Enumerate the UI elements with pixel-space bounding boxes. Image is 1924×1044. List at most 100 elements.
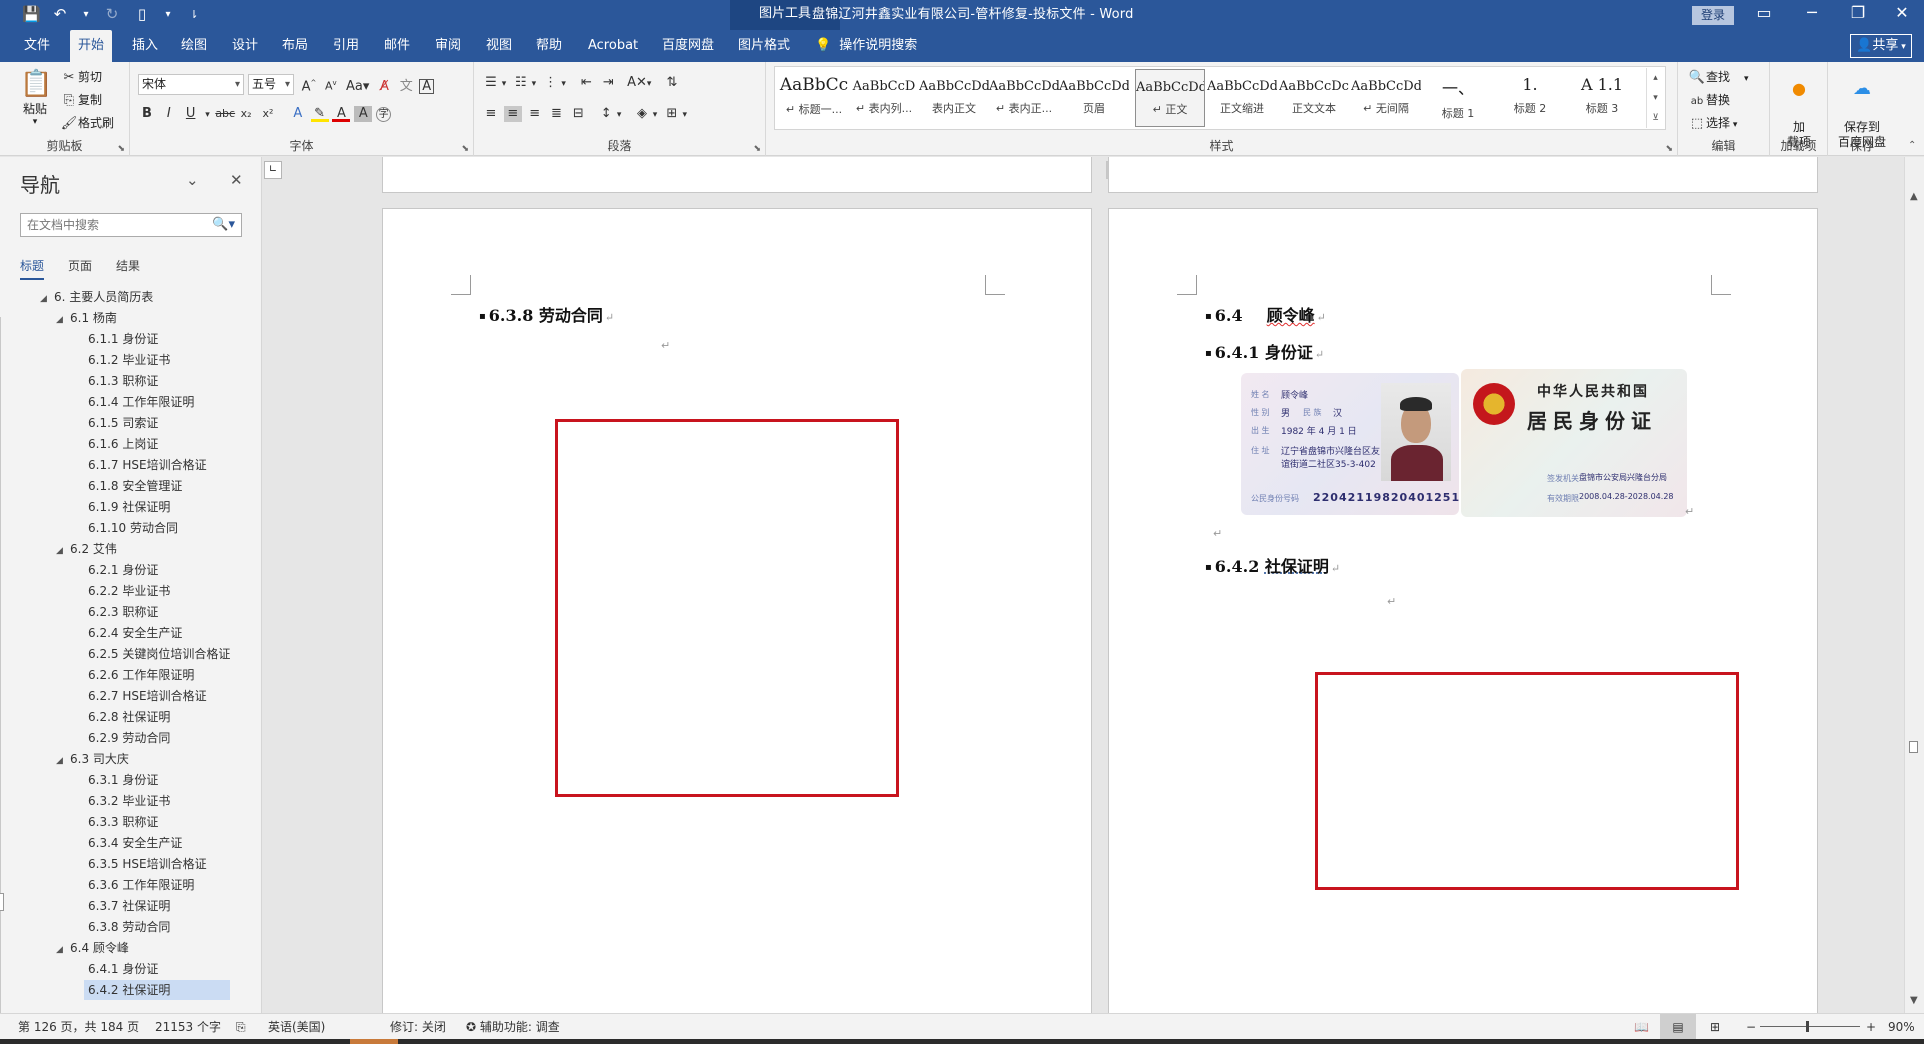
tab-home[interactable]: 开始 [70, 30, 113, 62]
nav-heading-item[interactable]: 6.3.2 毕业证书 [88, 791, 170, 811]
styles-gallery-scroll[interactable]: ▴ ▾ ⊻ [1646, 68, 1664, 128]
id-card-front-image[interactable]: 姓 名 顾令峰 性 别 男 民 族 汉 出 生 1982 年 4 月 1 日 住… [1241, 373, 1459, 515]
tab-file[interactable]: 文件 [16, 30, 58, 62]
style-item[interactable]: 1. 标题 2 [1495, 69, 1565, 127]
grow-font-icon[interactable]: A^ [300, 79, 318, 95]
style-item[interactable]: AaBbCcDdEe 页眉 [1059, 69, 1129, 127]
page-count[interactable]: 第 126 页，共 184 页 [18, 1014, 139, 1040]
nav-heading-item[interactable]: 6.1.7 HSE培训合格证 [88, 455, 207, 475]
sort-icon[interactable]: ⇅ [663, 75, 681, 91]
shrink-font-icon[interactable]: Av [322, 79, 340, 95]
redacted-image-box[interactable] [1315, 672, 1739, 890]
nav-heading-item[interactable]: 6.1.2 毕业证书 [88, 350, 170, 370]
nav-heading-item[interactable]: ◢ 6.4 顾令峰 [56, 938, 129, 958]
replace-button[interactable]: ab 替换 [1688, 91, 1730, 112]
minimize-icon[interactable]: ─ [1790, 3, 1834, 22]
select-button[interactable]: ⬚ 选择 ▾ [1688, 114, 1738, 132]
justify-icon[interactable]: ≣ [547, 106, 565, 122]
file-icon[interactable]: ▯ [134, 5, 150, 23]
tab-draw[interactable]: 绘图 [173, 30, 215, 62]
scroll-up-icon[interactable]: ▲ [1910, 191, 1918, 202]
strikethrough-icon[interactable]: abc [215, 107, 235, 123]
chevron-down-icon[interactable]: ▾ [681, 110, 689, 126]
nav-heading-item[interactable]: 6.1.4 工作年限证明 [88, 392, 194, 412]
nav-heading-item[interactable]: 6.2.7 HSE培训合格证 [88, 686, 207, 706]
highlight-icon[interactable]: ✎ [310, 106, 329, 122]
tab-review[interactable]: 审阅 [427, 30, 469, 62]
page-left[interactable]: ▪ 6.3.8 劳动合同 ↵ ↵ [382, 208, 1092, 1018]
tab-design[interactable]: 设计 [224, 30, 266, 62]
chevron-down-icon[interactable]: ▾ [645, 79, 653, 95]
find-button[interactable]: 🔍查找 ▾ [1688, 68, 1749, 86]
chevron-down-icon[interactable]: ▾ [500, 79, 508, 95]
nav-heading-item[interactable]: ◢ 6.2 艾伟 [56, 539, 117, 559]
text-effects-icon[interactable]: A [289, 106, 307, 122]
nav-heading-item[interactable]: ◢ 6.3 司大庆 [56, 749, 129, 769]
paste-button[interactable]: 📋 粘贴 ▾ [20, 68, 52, 127]
chevron-down-icon[interactable]: ▾ [530, 79, 538, 95]
style-item[interactable]: AaBbCcDd 正文缩进 [1207, 69, 1277, 127]
nav-heading-item[interactable]: ◢ 6. 主要人员简历表 [40, 287, 153, 307]
collapse-triangle-icon[interactable]: ◢ [40, 289, 54, 309]
tab-mailings[interactable]: 邮件 [376, 30, 418, 62]
tab-acrobat[interactable]: Acrobat [580, 30, 646, 62]
chevron-down-icon[interactable]: ▾ [203, 110, 211, 126]
language[interactable]: 英语(美国) [268, 1014, 325, 1040]
proofing-icon[interactable]: ⎘ [236, 1014, 246, 1040]
align-right-icon[interactable]: ≡ [526, 106, 544, 122]
id-card-back-image[interactable]: 中华人民共和国 居民身份证 签发机关 盘锦市公安局兴隆台分局 有效期限 2008… [1461, 369, 1687, 517]
nav-tab-results[interactable]: 结果 [116, 257, 140, 280]
zoom-slider-thumb[interactable] [1806, 1021, 1809, 1032]
accessibility-status[interactable]: ✪ 辅助功能: 调查 [466, 1014, 560, 1040]
style-item[interactable]: 一、 标题 1 [1423, 69, 1493, 127]
nav-heading-item[interactable]: 6.3.8 劳动合同 [88, 917, 170, 937]
vertical-scrollbar[interactable]: ▲ ▼ [1904, 157, 1924, 1013]
character-shading-icon[interactable]: A [354, 106, 373, 122]
collapse-triangle-icon[interactable]: ◢ [56, 541, 70, 561]
style-item[interactable]: AaBbCcDc 正文文本 [1279, 69, 1349, 127]
zoom-out-button[interactable]: − [1746, 1014, 1756, 1040]
web-layout-icon[interactable]: ⊞ [1710, 1014, 1720, 1040]
track-changes-status[interactable]: 修订: 关闭 [390, 1014, 446, 1040]
dropdown-icon[interactable]: ▾ [164, 9, 172, 20]
format-painter-button[interactable]: 🖌格式刷 [60, 114, 114, 132]
tab-view[interactable]: 视图 [478, 30, 520, 62]
chevron-down-icon[interactable]: ▾ [560, 79, 568, 95]
style-item[interactable]: A 1.1 标题 3 [1567, 69, 1637, 127]
bullets-icon[interactable]: ☰ [482, 75, 500, 91]
heading-6-3-8[interactable]: ▪ 6.3.8 劳动合同 ↵ [479, 302, 614, 326]
chevron-down-icon[interactable]: ▾ [651, 110, 659, 126]
tab-help[interactable]: 帮助 [528, 30, 570, 62]
scroll-thumb[interactable] [1909, 741, 1918, 753]
page-right[interactable]: ▪ 6.4 顾令峰 ↵ ▪ 6.4.1 身份证 ↵ 姓 名 顾令峰 性 别 男 民 族 汉… [1108, 208, 1818, 1018]
style-item[interactable]: AaBbCcDd 表内正文 [919, 69, 989, 127]
nav-heading-item[interactable]: 6.2.9 劳动合同 [88, 728, 170, 748]
nav-heading-item[interactable]: 6.3.5 HSE培训合格证 [88, 854, 207, 874]
align-left-icon[interactable]: ≡ [482, 106, 500, 122]
undo-icon[interactable]: ↶ [52, 5, 68, 23]
login-button[interactable]: 登录 [1692, 6, 1734, 25]
nav-heading-item[interactable]: 6.1.8 安全管理证 [88, 476, 182, 496]
share-button[interactable]: 👤共享 ▾ [1850, 34, 1912, 58]
restore-icon[interactable]: ❐ [1836, 3, 1880, 22]
nav-heading-item[interactable]: 6.3.7 社保证明 [88, 896, 170, 916]
nav-heading-item[interactable]: 6.1.6 上岗证 [88, 434, 158, 454]
numbering-icon[interactable]: ☷ [512, 75, 530, 91]
search-icon[interactable]: 🔍▾ [212, 214, 235, 236]
cut-button[interactable]: ✂ 剪切 [60, 68, 102, 86]
italic-icon[interactable]: I [160, 106, 178, 122]
heading-6-4-2[interactable]: ▪ 6.4.2 社保证明 ↵ [1205, 553, 1340, 577]
collapse-ribbon-icon[interactable]: ⌃ [1908, 140, 1916, 151]
nav-heading-item[interactable]: 6.3.4 安全生产证 [88, 833, 182, 853]
nav-heading-item[interactable]: 6.4.1 身份证 [88, 959, 158, 979]
copy-button[interactable]: ⎘ 复制 [60, 91, 102, 109]
nav-search-input[interactable]: 在文档中搜索 🔍▾ [20, 213, 242, 237]
tab-picture-format[interactable]: 图片格式 [730, 30, 798, 62]
dialog-launcher-icon[interactable]: ⬊ [753, 144, 761, 154]
subscript-icon[interactable]: x₂ [237, 107, 255, 123]
read-mode-icon[interactable]: 📖 [1634, 1014, 1649, 1040]
increase-indent-icon[interactable]: ⇥ [599, 75, 617, 91]
tell-me-search[interactable]: 💡 操作说明搜索 [815, 30, 917, 62]
enclose-characters-icon[interactable]: 字 [376, 107, 392, 122]
style-item[interactable]: AaBbCc ↵ 标题一... [779, 69, 849, 127]
